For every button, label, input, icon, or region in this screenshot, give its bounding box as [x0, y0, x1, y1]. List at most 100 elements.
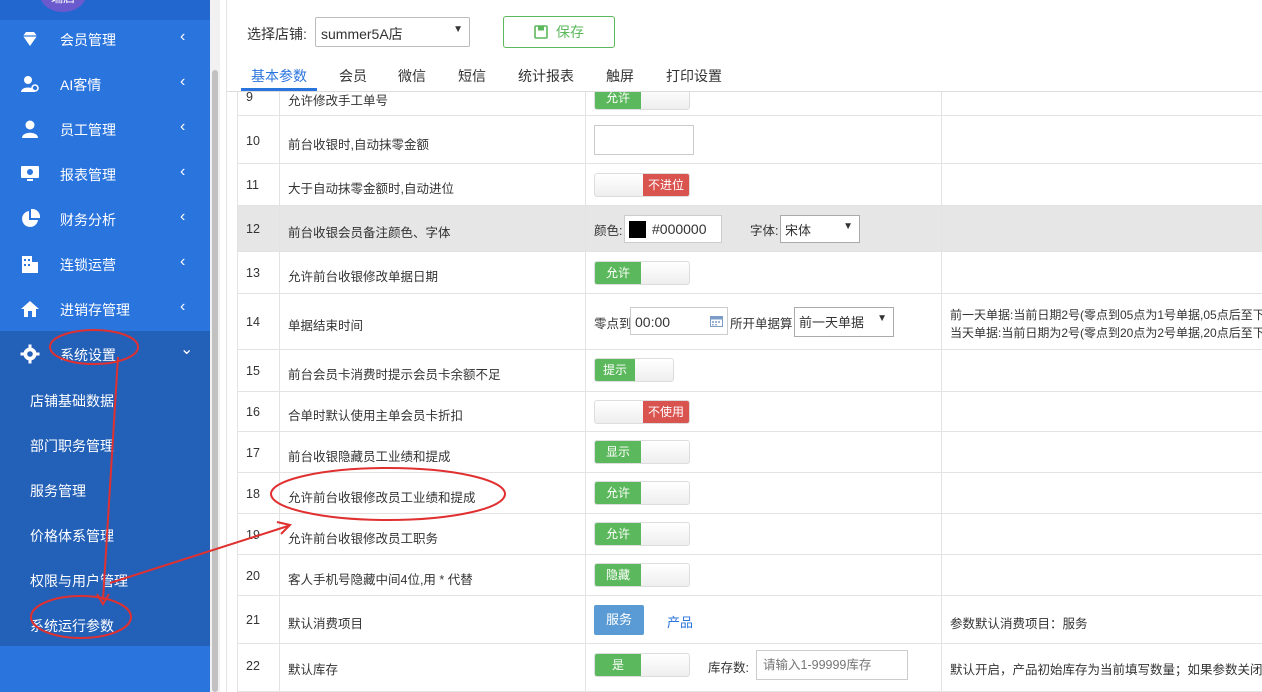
table-row: 20 客人手机号隐藏中间4位,用 * 代替 隐藏 — [237, 555, 1262, 596]
avatar[interactable]: 瑞启 — [40, 0, 86, 12]
tab-touchscreen[interactable]: 触屏 — [606, 66, 634, 86]
toggle-switch[interactable]: 不使用 — [594, 400, 690, 424]
toggle-switch[interactable]: 隐藏 — [594, 563, 690, 587]
color-input[interactable]: #000000 — [624, 215, 722, 243]
user-search-icon — [21, 76, 39, 92]
menu-label: 连锁运营 — [60, 257, 116, 273]
belong-label: 所开单据算 — [730, 317, 793, 331]
menu-item-finance[interactable]: 财务分析 ‹ — [0, 196, 210, 241]
chevron-left-icon: ‹ — [180, 253, 186, 270]
dropdown-arrow-icon: ▼ — [843, 221, 853, 232]
submenu-item-store-data[interactable]: 店铺基础数据 — [0, 376, 210, 421]
menu-item-settings[interactable]: 系统设置 ⌄ — [0, 331, 210, 376]
submenu-item-department[interactable]: 部门职务管理 — [0, 421, 210, 466]
menu-item-report[interactable]: 报表管理 ‹ — [0, 151, 210, 196]
toggle-label: 允许 — [595, 482, 641, 504]
toggle-switch[interactable]: 允许 — [594, 481, 690, 505]
table-row: 14 单据结束时间 零点到 00:00 所开单据算 前一天单据 ▼ 前一天单据:… — [237, 294, 1262, 350]
row-name: 前台会员卡消费时提示会员卡余额不足 — [288, 368, 501, 382]
row-number: 11 — [246, 178, 259, 192]
save-label: 保存 — [556, 24, 584, 40]
submenu-item-permission[interactable]: 权限与用户管理 — [0, 556, 210, 601]
tab-print[interactable]: 打印设置 — [666, 66, 722, 86]
menu-label: 员工管理 — [60, 122, 116, 138]
submenu-item-service[interactable]: 服务管理 — [0, 466, 210, 511]
round-off-amount-input[interactable] — [594, 125, 694, 155]
store-label: 选择店铺: — [247, 26, 307, 42]
row-name: 允许前台收银修改员工职务 — [288, 532, 439, 546]
chevron-left-icon: ‹ — [180, 73, 186, 90]
toggle-switch[interactable]: 允许 — [594, 522, 690, 546]
toggle-label: 隐藏 — [595, 564, 641, 586]
row-number: 22 — [246, 659, 260, 673]
toggle-label: 不进位 — [643, 174, 689, 196]
tab-stats[interactable]: 统计报表 — [518, 66, 574, 86]
menu-item-member[interactable]: 会员管理 ‹ — [0, 16, 210, 61]
toggle-switch[interactable]: 显示 — [594, 440, 690, 464]
row-name: 大于自动抹零金额时,自动进位 — [288, 182, 454, 196]
row-note: 默认开启，产品初始库存为当前填写数量；如果参数关闭 — [950, 663, 1262, 677]
tab-bar: 基本参数 会员 微信 短信 统计报表 触屏 打印设置 — [227, 60, 1262, 92]
calendar-icon[interactable] — [710, 315, 723, 327]
table-row: 10 前台收银时,自动抹零金额 — [237, 116, 1262, 164]
gear-icon — [20, 344, 40, 364]
menu-item-staff[interactable]: 员工管理 ‹ — [0, 106, 210, 151]
submenu-label: 价格体系管理 — [30, 528, 114, 544]
row-number: 20 — [246, 569, 260, 583]
diamond-icon — [23, 32, 37, 46]
toggle-switch[interactable]: 是 — [594, 653, 690, 677]
table-row: 12 前台收银会员备注颜色、字体 颜色: #000000 字体: 宋体 ▼ — [237, 206, 1262, 252]
menu-item-inventory[interactable]: 进销存管理 ‹ — [0, 286, 210, 331]
table-row: 19 允许前台收银修改员工职务 允许 — [237, 514, 1262, 555]
building-icon — [22, 256, 38, 273]
row-name: 前台收银隐藏员工业绩和提成 — [288, 450, 451, 464]
belong-select[interactable]: 前一天单据 ▼ — [794, 307, 894, 337]
toggle-label: 不使用 — [643, 401, 689, 423]
stock-input[interactable] — [756, 650, 908, 680]
toggle-switch[interactable]: 允许 — [594, 261, 690, 285]
store-select[interactable]: summer5A店 ▼ — [315, 17, 470, 47]
pie-chart-icon — [22, 209, 40, 227]
submenu-item-system-params[interactable]: 系统运行参数 — [0, 601, 210, 646]
tab-sms[interactable]: 短信 — [458, 66, 486, 86]
row-number: 13 — [246, 266, 260, 280]
tab-basic[interactable]: 基本参数 — [251, 66, 307, 86]
row-note: 参数默认消费项目：服务 — [950, 617, 1088, 631]
table-row: 17 前台收银隐藏员工业绩和提成 显示 — [237, 432, 1262, 473]
toggle-label: 允许 — [595, 523, 641, 545]
service-button[interactable]: 服务 — [594, 605, 644, 635]
submenu-item-price[interactable]: 价格体系管理 — [0, 511, 210, 556]
row-note: 当天单据:当前日期为2号(零点到20点为2号单据,20点后至下 — [950, 326, 1262, 340]
table-row: 16 合单时默认使用主单会员卡折扣 不使用 — [237, 392, 1262, 432]
home-icon — [21, 301, 39, 317]
chevron-left-icon: ‹ — [180, 28, 186, 45]
font-select-value: 宋体 — [785, 223, 812, 238]
menu-label: 报表管理 — [60, 167, 116, 183]
tab-wechat[interactable]: 微信 — [398, 66, 426, 86]
table-row: 18 允许前台收银修改员工业绩和提成 允许 — [237, 473, 1262, 514]
row-name: 默认消费项目 — [288, 617, 364, 631]
submenu-label: 系统运行参数 — [30, 618, 114, 634]
menu-item-ai[interactable]: AI客情 ‹ — [0, 61, 210, 106]
menu-label: 会员管理 — [60, 32, 116, 48]
table-row: 22 默认库存 是 库存数: 默认开启，产品初始库存为当前填写数量；如果参数关闭 — [237, 644, 1262, 692]
menu-item-chain[interactable]: 连锁运营 ‹ — [0, 241, 210, 286]
dropdown-arrow-icon: ▼ — [453, 24, 463, 35]
submenu-label: 部门职务管理 — [30, 438, 114, 454]
stock-label: 库存数: — [708, 661, 749, 675]
tab-member[interactable]: 会员 — [339, 66, 367, 86]
settings-submenu: 店铺基础数据 部门职务管理 服务管理 价格体系管理 权限与用户管理 系统运行参数 — [0, 376, 210, 646]
sidebar-scroll-thumb[interactable] — [212, 70, 218, 692]
row-number: 17 — [246, 446, 260, 460]
belong-select-value: 前一天单据 — [799, 315, 865, 330]
product-link[interactable]: 产品 — [667, 612, 693, 631]
save-button[interactable]: 保存 — [503, 16, 615, 48]
end-time-value: 00:00 — [635, 314, 671, 330]
toggle-switch[interactable]: 提示 — [594, 358, 674, 382]
font-select[interactable]: 宋体 ▼ — [780, 215, 860, 243]
toggle-switch[interactable]: 不进位 — [594, 173, 690, 197]
table-row: 9 允许修改手工单号 允许 — [237, 92, 1262, 116]
end-time-input[interactable]: 00:00 — [630, 307, 728, 335]
toggle-switch[interactable]: 允许 — [594, 92, 690, 110]
submenu-label: 权限与用户管理 — [30, 573, 128, 589]
